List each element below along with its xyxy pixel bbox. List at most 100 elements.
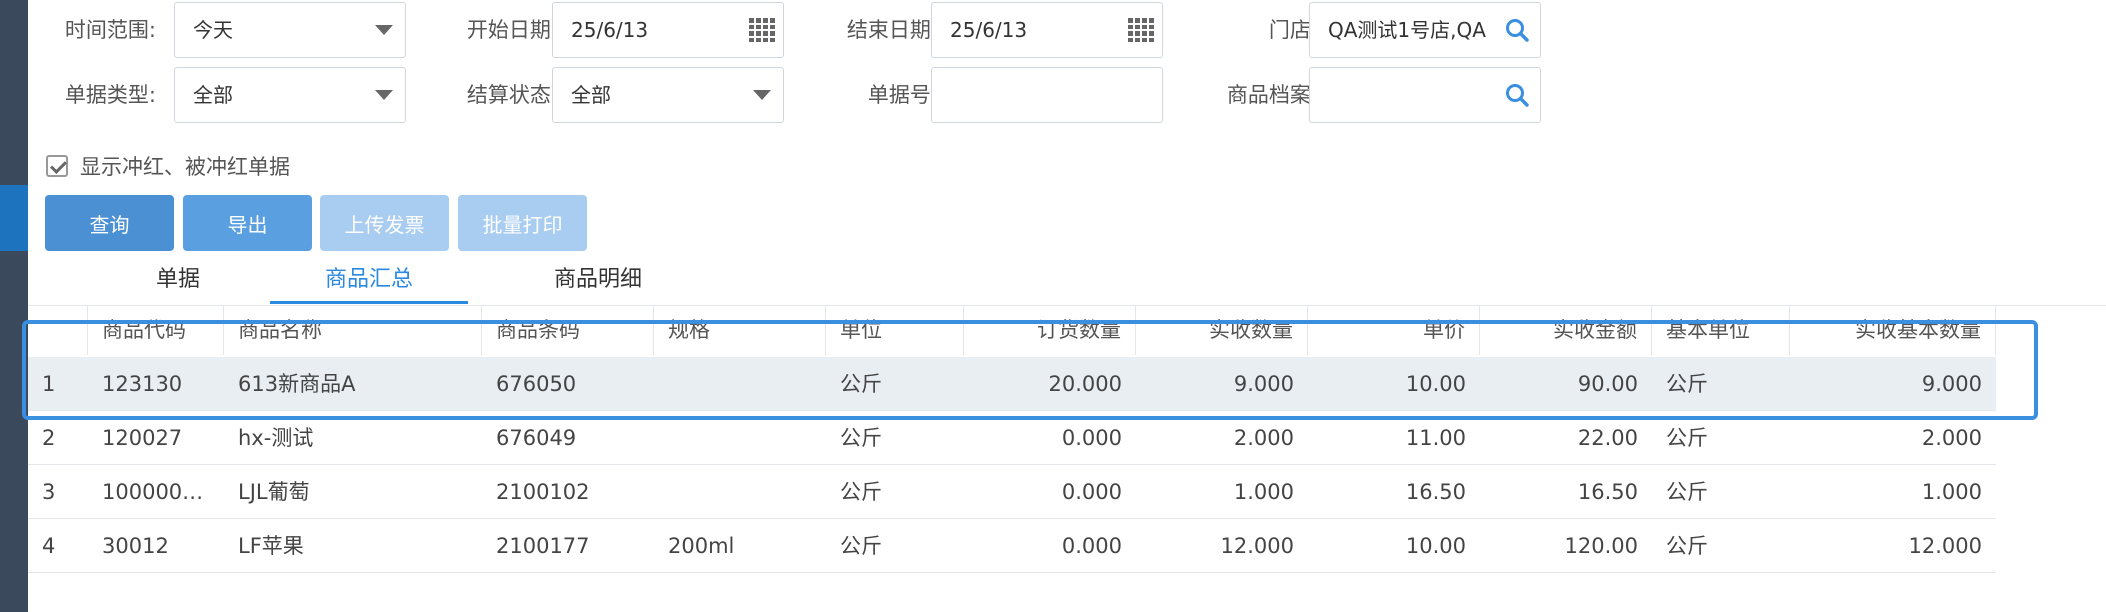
cell-spec [654,357,826,411]
doc-no-label: 单据号: [867,83,938,107]
chevron-down-icon [375,25,393,35]
batch-print-button[interactable]: 批量打印 [458,195,587,251]
cell-unit: 公斤 [840,480,882,504]
end-date-value: 25/6/13 [950,18,1028,42]
col-header-index [28,305,88,355]
doc-type-label: 单据类型: [64,83,156,107]
cell-barcode: 2100177 [496,534,590,558]
calendar-icon[interactable] [1128,18,1154,42]
cell-received-amount: 90.00 [1577,372,1638,396]
chevron-down-icon [375,90,393,100]
cell-order-qty: 20.000 [1048,372,1122,396]
cell-received-amount: 22.00 [1577,426,1638,450]
cell-barcode: 2100102 [496,480,590,504]
table-row[interactable]: 4 30012 LF苹果 2100177 200ml 公斤 0.000 12.0… [28,519,1996,573]
col-header-received-qty[interactable]: 实收数量 [1136,305,1308,355]
product-archive-input[interactable] [1309,67,1541,123]
query-button[interactable]: 查询 [45,195,174,251]
cell-name: LJL葡萄 [238,480,310,504]
show-reversal-checkbox-row[interactable]: 显示冲红、被冲红单据 [46,150,290,182]
cell-unit-price: 16.50 [1405,480,1466,504]
table-row[interactable]: 2 120027 hx-测试 676049 公斤 0.000 2.000 11.… [28,411,1996,465]
settle-status-label: 结算状态: [466,83,558,107]
cell-spec [654,465,826,519]
col-header-unit[interactable]: 单位 [826,305,964,355]
start-date-label: 开始日期: [466,18,558,42]
col-header-spec[interactable]: 规格 [654,305,826,355]
col-header-barcode[interactable]: 商品条码 [482,305,654,355]
cell-barcode: 676050 [496,372,577,396]
show-reversal-checkbox[interactable] [46,155,68,177]
tab-product-summary[interactable]: 商品汇总 [270,260,468,304]
cell-base-unit: 公斤 [1666,426,1708,450]
view-tabs: 单据 商品汇总 商品明细 [28,260,1628,304]
time-range-select[interactable]: 今天 [174,2,406,58]
cell-index: 3 [42,480,56,504]
cell-unit: 公斤 [840,426,882,450]
cell-unit-price: 10.00 [1405,534,1466,558]
cell-base-unit: 公斤 [1666,480,1708,504]
cell-order-qty: 0.000 [1061,480,1122,504]
cell-base-unit: 公斤 [1666,372,1708,396]
time-range-value: 今天 [193,18,233,42]
cell-received-qty: 12.000 [1220,534,1294,558]
cell-received-amount: 16.50 [1577,480,1638,504]
col-header-code[interactable]: 商品代码 [88,305,224,355]
cell-received-qty: 2.000 [1233,426,1294,450]
settle-status-value: 全部 [571,83,611,107]
cell-spec: 200ml [668,534,735,558]
show-reversal-label: 显示冲红、被冲红单据 [80,155,290,179]
table-header: 商品代码 商品名称 商品条码 规格 单位 订货数量 实收数量 单价 实收金额 基… [28,305,1996,355]
cell-base-qty: 2.000 [1921,426,1982,450]
cell-code: 123130 [102,372,183,396]
cell-received-qty: 1.000 [1233,480,1294,504]
chevron-down-icon [753,90,771,100]
cell-barcode: 676049 [496,426,577,450]
doc-no-input[interactable] [931,67,1163,123]
col-header-unit-price[interactable]: 单价 [1308,305,1480,355]
product-archive-label: 商品档案: [1226,83,1318,107]
cell-name: LF苹果 [238,534,304,558]
cell-code: 30012 [102,534,169,558]
store-input[interactable]: QA测试1号店,QA [1309,2,1541,58]
cell-index: 4 [42,534,56,558]
cell-spec [654,411,826,465]
cell-unit-price: 11.00 [1405,426,1466,450]
calendar-icon[interactable] [749,18,775,42]
cell-received-qty: 9.000 [1233,372,1294,396]
search-icon[interactable] [1504,82,1530,108]
col-header-base-qty[interactable]: 实收基本数量 [1790,305,1996,355]
search-icon[interactable] [1504,17,1530,43]
start-date-value: 25/6/13 [571,18,649,42]
store-label: 门店: [1268,18,1318,42]
end-date-input[interactable]: 25/6/13 [931,2,1163,58]
tab-documents[interactable]: 单据 [98,260,258,304]
cell-index: 2 [42,426,56,450]
table-row[interactable]: 1 123130 613新商品A 676050 公斤 20.000 9.000 … [28,357,1996,411]
cell-base-qty: 12.000 [1908,534,1982,558]
doc-type-value: 全部 [193,83,233,107]
cell-name: 613新商品A [238,372,356,396]
col-header-order-qty[interactable]: 订货数量 [964,305,1136,355]
cell-order-qty: 0.000 [1061,426,1122,450]
col-header-name[interactable]: 商品名称 [224,305,482,355]
cell-base-qty: 1.000 [1921,480,1982,504]
end-date-label: 结束日期: [846,18,938,42]
cell-code: 100000… [102,480,204,504]
cell-index: 1 [42,372,56,396]
filter-row-2: 单据类型: 全部 结算状态: 全部 单据号: 商品档案: [28,67,1548,123]
cell-received-amount: 120.00 [1564,534,1638,558]
table-row[interactable]: 3 100000… LJL葡萄 2100102 公斤 0.000 1.000 1… [28,465,1996,519]
upload-invoice-button[interactable]: 上传发票 [320,195,449,251]
tab-product-detail[interactable]: 商品明细 [498,260,698,304]
start-date-input[interactable]: 25/6/13 [552,2,784,58]
col-header-base-unit[interactable]: 基本单位 [1652,305,1790,355]
cell-base-qty: 9.000 [1921,372,1982,396]
left-nav-strip [0,0,28,612]
doc-type-select[interactable]: 全部 [174,67,406,123]
time-range-label: 时间范围: [64,18,156,42]
export-button[interactable]: 导出 [183,195,312,251]
cell-order-qty: 0.000 [1061,534,1122,558]
settle-status-select[interactable]: 全部 [552,67,784,123]
col-header-received-amount[interactable]: 实收金额 [1480,305,1652,355]
